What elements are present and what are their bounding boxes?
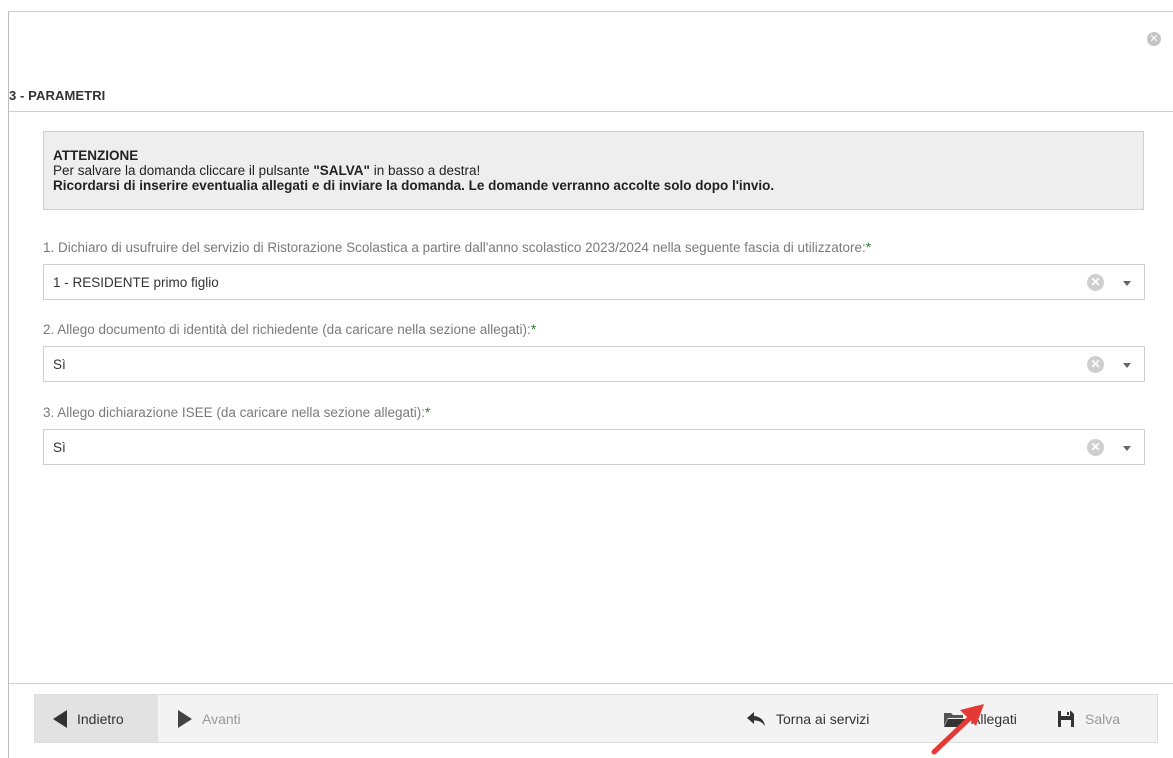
- question-2-value: Sì: [53, 357, 66, 372]
- next-button[interactable]: Avanti: [178, 695, 241, 742]
- annotation-arrow-icon: [931, 704, 984, 755]
- wizard-toolbar: Indietro Avanti Torna ai servizi Allegat…: [34, 694, 1158, 743]
- back-button[interactable]: Indietro: [35, 695, 158, 742]
- back-label: Indietro: [77, 710, 124, 727]
- clear-icon[interactable]: ✕: [1087, 356, 1104, 373]
- question-2-text: 2. Allego documento di identità del rich…: [43, 322, 531, 337]
- question-3-select[interactable]: Sì ✕: [43, 429, 1145, 465]
- clear-icon[interactable]: ✕: [1087, 439, 1104, 456]
- required-mark: *: [424, 405, 431, 420]
- notice-line-1-post: in basso a destra!: [369, 163, 481, 178]
- notice-line-2: Ricordarsi di inserire eventualia allega…: [53, 178, 775, 193]
- required-mark: *: [530, 322, 537, 337]
- chevron-down-icon[interactable]: [1123, 281, 1131, 286]
- next-label: Avanti: [202, 710, 241, 727]
- arrow-right-icon: [178, 709, 192, 728]
- clear-icon[interactable]: ✕: [1087, 274, 1104, 291]
- section-title: 3 - PARAMETRI: [9, 88, 106, 103]
- notice-box: ATTENZIONE Per salvare la domanda clicca…: [43, 131, 1144, 210]
- close-icon[interactable]: ✕: [1147, 32, 1161, 46]
- question-3-label: 3. Allego dichiarazione ISEE (da caricar…: [43, 405, 430, 420]
- question-1-label: 1. Dichiaro di usufruire del servizio di…: [43, 240, 871, 255]
- question-1-select[interactable]: 1 - RESIDENTE primo figlio ✕: [43, 264, 1145, 300]
- question-3-value: Sì: [53, 440, 66, 455]
- chevron-down-icon[interactable]: [1123, 446, 1131, 451]
- title-divider: [9, 111, 1173, 112]
- dialog-left-border: [8, 12, 9, 758]
- notice-line-1-bold: "SALVA": [313, 163, 370, 178]
- question-1-text: 1. Dichiaro di usufruire del servizio di…: [43, 240, 866, 255]
- back-to-services-label: Torna ai servizi: [776, 710, 870, 727]
- save-button[interactable]: Salva: [1057, 695, 1120, 742]
- notice-heading: ATTENZIONE: [53, 148, 139, 163]
- floppy-disk-icon: [1058, 710, 1074, 727]
- back-to-services-button[interactable]: Torna ai servizi: [746, 695, 869, 742]
- question-3-text: 3. Allego dichiarazione ISEE (da caricar…: [43, 405, 425, 420]
- question-2-label: 2. Allego documento di identità del rich…: [43, 322, 536, 337]
- question-2-select[interactable]: Sì ✕: [43, 346, 1145, 382]
- footer-divider: [9, 683, 1173, 684]
- save-label: Salva: [1085, 710, 1121, 727]
- notice-line-1-pre: Per salvare la domanda cliccare il pulsa…: [53, 163, 314, 178]
- reply-arrow-icon: [747, 711, 765, 726]
- chevron-down-icon[interactable]: [1123, 363, 1131, 368]
- arrow-left-icon: [53, 709, 67, 728]
- notice-line-1: Per salvare la domanda cliccare il pulsa…: [53, 163, 1134, 178]
- top-rule: [8, 11, 1173, 12]
- required-mark: *: [865, 240, 872, 255]
- question-1-value: 1 - RESIDENTE primo figlio: [53, 275, 219, 290]
